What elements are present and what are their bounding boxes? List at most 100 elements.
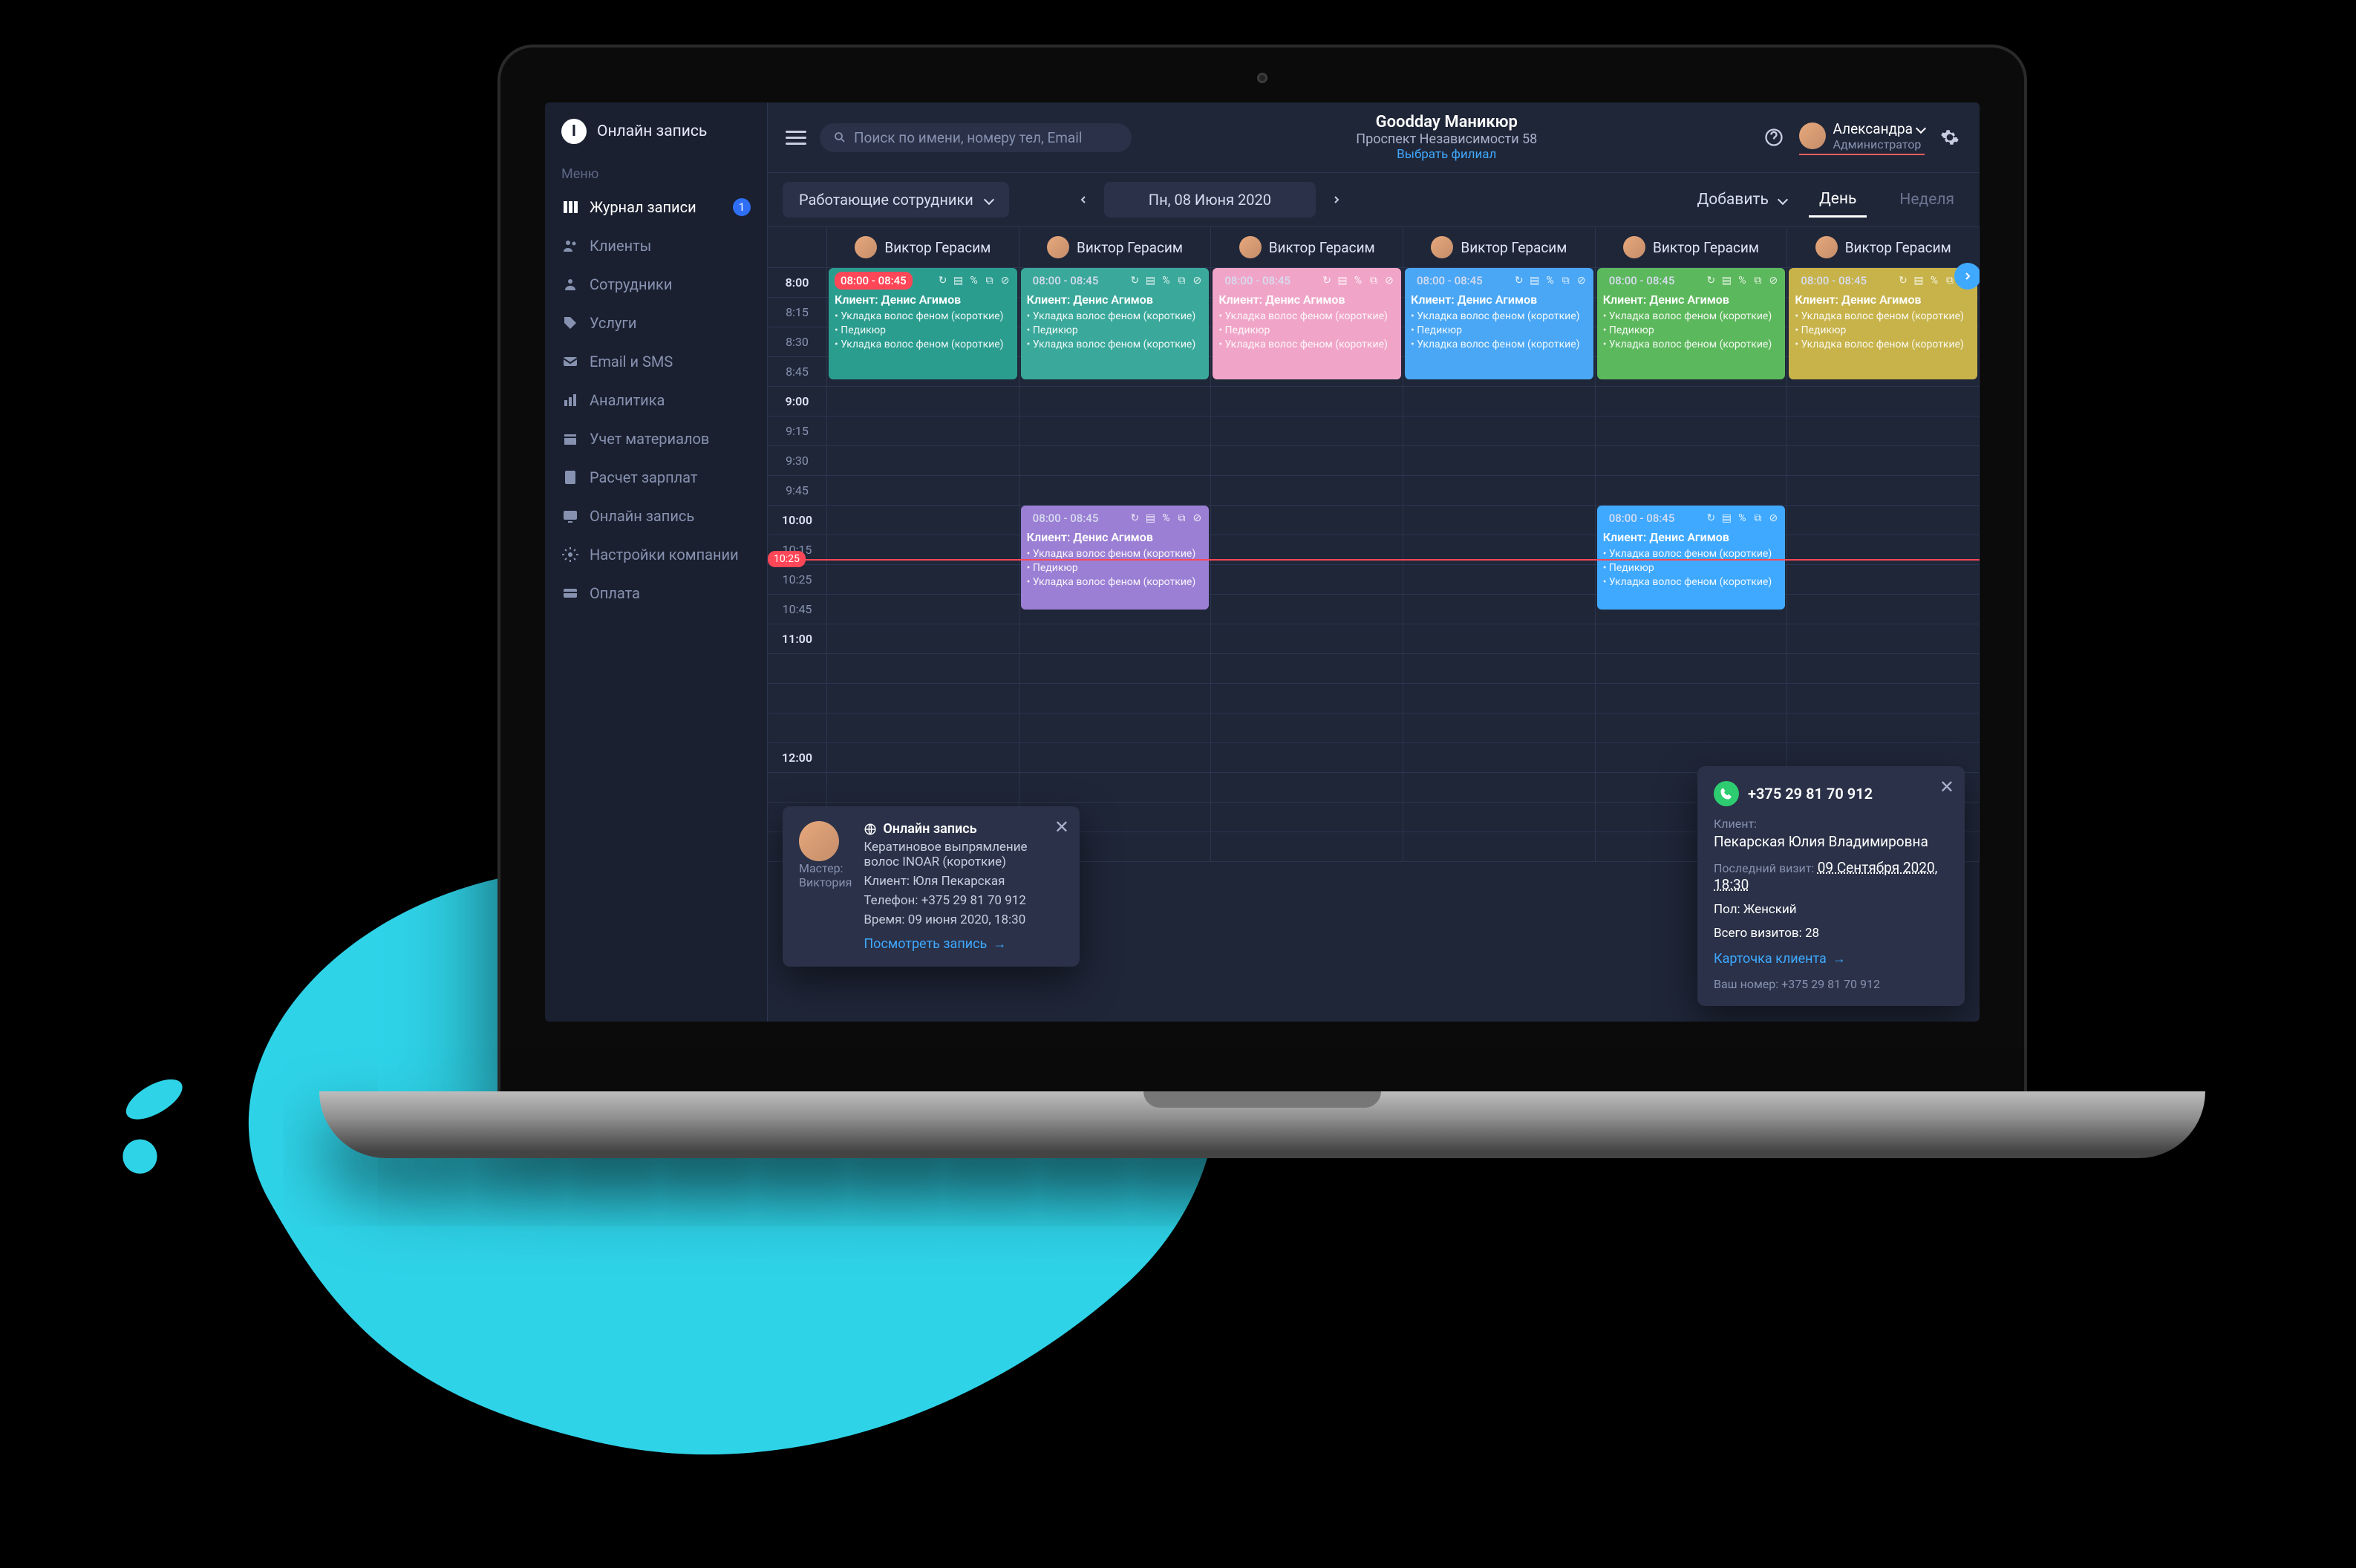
- nav-analytics[interactable]: Аналитика: [545, 381, 767, 419]
- event-service: Укладка волос феном (короткие): [835, 310, 1011, 324]
- nav-inventory[interactable]: Учет материалов: [545, 419, 767, 458]
- event-time: 08:00 - 08:45: [1027, 272, 1105, 290]
- nav-staff[interactable]: Сотрудники: [545, 265, 767, 304]
- event-time: 08:00 - 08:45: [1411, 272, 1489, 290]
- view-week-tab[interactable]: Неделя: [1889, 183, 1965, 216]
- help-icon[interactable]: [1762, 125, 1786, 149]
- staff-column-header[interactable]: Виктор Герасим: [1787, 227, 1980, 267]
- view-booking-link[interactable]: Посмотреть запись: [864, 936, 1063, 952]
- event-time: 08:00 - 08:45: [1795, 272, 1873, 290]
- scroll-right-button[interactable]: [1954, 263, 1980, 290]
- staff-column-header[interactable]: Виктор Герасим: [1403, 227, 1596, 267]
- note-icon: ▤: [1144, 275, 1156, 287]
- copy-icon: ⧉: [1368, 275, 1380, 287]
- card-icon: [561, 584, 579, 602]
- search-input[interactable]: Поиск по имени, номеру тел, Email: [820, 123, 1132, 152]
- time-line: Время: 09 июня 2020, 18:30: [864, 912, 1063, 927]
- time-label: 12:00: [768, 743, 826, 773]
- appointment-block[interactable]: 08:00 - 08:45↻▤%⧉⊘Клиент: Денис АгимовУк…: [1021, 506, 1210, 610]
- client-line: Клиент: Юля Пекарская: [864, 874, 1063, 889]
- view-day-tab[interactable]: День: [1809, 183, 1867, 218]
- event-service: Педикюр: [1027, 324, 1204, 338]
- event-service: Укладка волос феном (короткие): [1027, 310, 1204, 324]
- event-service: Педикюр: [835, 324, 1011, 338]
- appointment-block[interactable]: 08:00 - 08:45↻▤%⧉⊘Клиент: Денис АгимовУк…: [1597, 506, 1786, 610]
- last-visit-label: Последний визит:: [1714, 861, 1814, 875]
- nav-label: Расчет зарплат: [590, 468, 698, 486]
- event-client: Клиент: Денис Агимов: [1795, 292, 1971, 308]
- branch-select-link[interactable]: Выбрать филиал: [1145, 147, 1749, 162]
- mail-icon: [561, 353, 579, 370]
- prev-day-button[interactable]: [1067, 183, 1100, 216]
- percent-icon: %: [1736, 275, 1748, 287]
- staff-column-header[interactable]: Виктор Герасим: [1019, 227, 1212, 267]
- nav-label: Сотрудники: [590, 275, 672, 293]
- event-service: Укладка волос феном (короткие): [1603, 575, 1780, 589]
- event-column: 08:00 - 08:45↻▤%⧉⊘Клиент: Денис АгимовУк…: [1211, 268, 1403, 862]
- note-icon: ▤: [1529, 275, 1541, 287]
- event-time: 08:00 - 08:45: [1027, 509, 1105, 527]
- settings-icon[interactable]: [1938, 125, 1962, 149]
- tag-icon: [561, 314, 579, 332]
- menu-section-label: Меню: [545, 160, 767, 188]
- time-label: 9:15: [768, 416, 826, 446]
- event-service: Педикюр: [1795, 324, 1971, 338]
- client-name: Пекарская Юлия Владимировна: [1714, 833, 1948, 850]
- menu-toggle-icon[interactable]: [786, 127, 806, 148]
- client-card-link[interactable]: Карточка клиента: [1714, 951, 1948, 967]
- user-name: Александра: [1833, 120, 1925, 137]
- refresh-icon: ↻: [937, 275, 949, 287]
- nav-label: Клиенты: [590, 237, 651, 255]
- appointment-block[interactable]: 08:00 - 08:45↻▤%⧉⊘Клиент: Денис АгимовУк…: [829, 268, 1017, 379]
- event-service: Укладка волос феном (короткие): [1603, 338, 1780, 352]
- caller-phone: +375 29 81 70 912: [1748, 785, 1873, 803]
- appointment-block[interactable]: 08:00 - 08:45↻▤%⧉⊘Клиент: Денис АгимовУк…: [1405, 268, 1593, 379]
- nav-payment[interactable]: Оплата: [545, 574, 767, 612]
- next-day-button[interactable]: [1320, 183, 1353, 216]
- nav-journal[interactable]: Журнал записи 1: [545, 188, 767, 226]
- appointment-block[interactable]: 08:00 - 08:45↻▤%⧉⊘Клиент: Денис АгимовУк…: [1789, 268, 1977, 379]
- staff-column-header[interactable]: Виктор Герасим: [1596, 227, 1788, 267]
- staff-column-header[interactable]: Виктор Герасим: [827, 227, 1019, 267]
- arrow-right-icon: [1833, 951, 1846, 967]
- event-client: Клиент: Денис Агимов: [1027, 292, 1204, 308]
- event-client: Клиент: Денис Агимов: [1027, 529, 1204, 546]
- appointment-block[interactable]: 08:00 - 08:45↻▤%⧉⊘Клиент: Денис АгимовУк…: [1597, 268, 1786, 379]
- event-service: Педикюр: [1027, 561, 1204, 575]
- nav-clients[interactable]: Клиенты: [545, 226, 767, 265]
- event-time: 08:00 - 08:45: [1218, 272, 1296, 290]
- nav-salary[interactable]: Расчет зарплат: [545, 458, 767, 497]
- copy-icon: ⧉: [1752, 275, 1763, 287]
- refresh-icon: ↻: [1513, 275, 1525, 287]
- app-screen: I Онлайн запись Меню Журнал записи 1 Кли…: [545, 102, 1980, 1022]
- laptop-base: [319, 1091, 2205, 1158]
- service-name: Кератиновое выпрямление волос INOAR (кор…: [864, 840, 1063, 869]
- add-button[interactable]: Добавить: [1697, 191, 1786, 209]
- refresh-icon: ↻: [1129, 275, 1141, 287]
- staff-filter-dropdown[interactable]: Работающие сотрудники: [783, 182, 1009, 218]
- event-time: 08:00 - 08:45: [1603, 272, 1681, 290]
- appointment-block[interactable]: 08:00 - 08:45↻▤%⧉⊘Клиент: Денис АгимовУк…: [1213, 268, 1401, 379]
- search-placeholder: Поиск по имени, номеру тел, Email: [854, 129, 1082, 146]
- note-icon: ▤: [1144, 512, 1156, 524]
- appointment-block[interactable]: 08:00 - 08:45↻▤%⧉⊘Клиент: Денис АгимовУк…: [1021, 268, 1210, 379]
- nav-online[interactable]: Онлайн запись: [545, 497, 767, 535]
- time-label: [768, 684, 826, 713]
- time-label: 9:45: [768, 476, 826, 506]
- event-service: Укладка волос феном (короткие): [835, 338, 1011, 352]
- nav-services[interactable]: Услуги: [545, 304, 767, 342]
- avatar-icon: [1239, 236, 1262, 258]
- box-icon: [561, 430, 579, 448]
- nav-badge: 1: [733, 198, 751, 216]
- time-label: 8:45: [768, 357, 826, 387]
- nav-email[interactable]: Email и SMS: [545, 342, 767, 381]
- user-menu[interactable]: Александра Администратор: [1799, 120, 1925, 155]
- staff-column-header[interactable]: Виктор Герасим: [1211, 227, 1403, 267]
- calc-icon: [561, 468, 579, 486]
- cancel-icon: ⊘: [1767, 275, 1779, 287]
- nav-settings[interactable]: Настройки компании: [545, 535, 767, 574]
- close-icon[interactable]: ✕: [1054, 817, 1069, 837]
- date-picker[interactable]: Пн, 08 Июня 2020: [1104, 182, 1316, 218]
- close-icon[interactable]: ✕: [1939, 777, 1954, 797]
- event-service: Педикюр: [1411, 324, 1587, 338]
